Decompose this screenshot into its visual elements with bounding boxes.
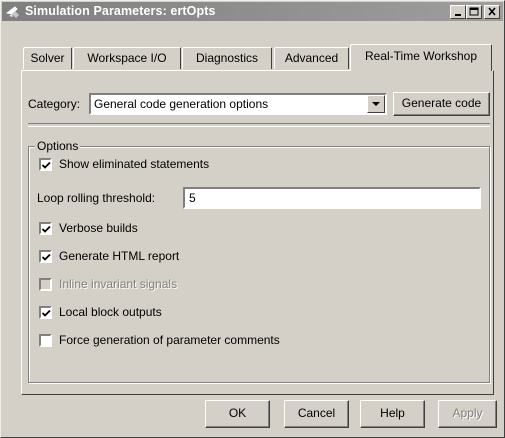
ok-label: OK [228,406,247,420]
tab-label: Workspace I/O [87,51,167,65]
options-group [28,146,490,383]
inline-invariant-checkbox[interactable] [39,278,52,291]
show-eliminated-checkbox[interactable] [39,158,52,171]
tab-solver[interactable]: Solver [23,47,72,69]
tab-diagnostics[interactable]: Diagnostics [182,47,272,69]
checkmark-icon [41,309,51,317]
help-button[interactable]: Help [360,400,425,428]
param-comments-label[interactable]: Force generation of parameter comments [59,333,280,347]
tab-label: Diagnostics [195,51,259,65]
dropdown-button[interactable] [367,95,385,113]
tab-label: Solver [30,51,65,65]
cancel-label: Cancel [297,406,336,420]
checkmark-icon [41,225,51,233]
generate-code-button[interactable]: Generate code [393,92,490,116]
simulation-parameters-dialog: Simulation Parameters: ertOpts Solver Wo… [0,0,505,438]
checkmark-icon [41,253,51,261]
title-bar[interactable]: Simulation Parameters: ertOpts [2,2,503,21]
verbose-builds-checkbox[interactable] [39,222,52,235]
window-title: Simulation Parameters: ertOpts [25,4,216,18]
apply-button[interactable]: Apply [438,400,497,428]
simulink-app-icon [6,6,19,18]
html-report-label[interactable]: Generate HTML report [59,249,179,263]
close-icon [488,7,496,16]
minimize-icon [455,14,461,16]
tab-workspace-io[interactable]: Workspace I/O [73,47,181,69]
cancel-button[interactable]: Cancel [284,400,349,428]
apply-label: Apply [452,406,483,420]
maximize-icon [469,7,479,16]
category-dropdown[interactable]: General code generation options [89,93,387,115]
tab-label: Real-Time Workshop [364,49,478,63]
param-comments-checkbox[interactable] [39,334,52,347]
loop-rolling-value: 5 [189,191,196,205]
checkmark-icon [41,161,51,169]
generate-code-label: Generate code [401,96,482,110]
minimize-button[interactable] [450,5,466,19]
loop-rolling-input[interactable]: 5 [183,187,481,209]
options-group-label: Options [35,139,81,153]
loop-rolling-label: Loop rolling threshold: [37,191,156,205]
verbose-builds-label[interactable]: Verbose builds [59,221,138,235]
category-value: General code generation options [94,97,269,111]
separator [28,123,490,127]
tab-advanced[interactable]: Advanced [274,47,349,69]
local-block-outputs-label[interactable]: Local block outputs [59,305,162,319]
close-button[interactable] [484,5,500,19]
chevron-down-icon [372,102,380,106]
html-report-checkbox[interactable] [39,250,52,263]
maximize-button[interactable] [466,5,482,19]
show-eliminated-label[interactable]: Show eliminated statements [59,157,209,171]
ok-button[interactable]: OK [205,400,270,428]
tab-real-time-workshop[interactable]: Real-Time Workshop [350,44,492,71]
inline-invariant-label: Inline invariant signals [59,277,178,291]
category-label: Category: [28,97,81,111]
tab-label: Advanced [284,51,339,65]
help-label: Help [380,406,405,420]
local-block-outputs-checkbox[interactable] [39,306,52,319]
